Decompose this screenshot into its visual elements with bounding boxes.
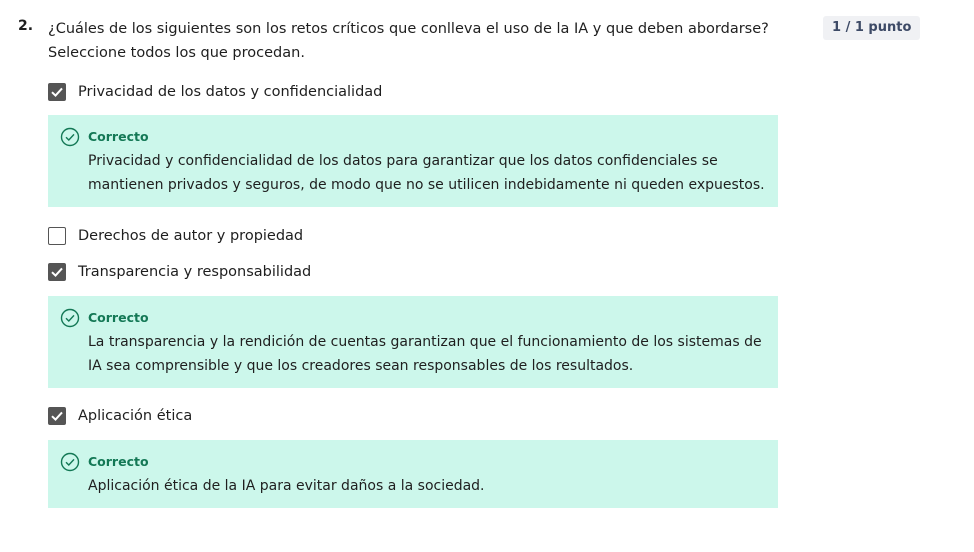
option-transparency[interactable]: Transparencia y responsabilidad <box>48 262 311 282</box>
check-icon <box>51 411 63 422</box>
checkbox-unchecked[interactable] <box>48 227 66 245</box>
question-text: ¿Cuáles de los siguientes son los retos … <box>48 21 769 61</box>
feedback-correct: Correcto La transparencia y la rendición… <box>48 296 778 388</box>
check-circle-icon <box>60 127 80 147</box>
check-icon <box>51 267 63 278</box>
check-icon <box>51 87 63 98</box>
checkbox-checked[interactable] <box>48 83 66 101</box>
question-number: 2. <box>18 18 34 34</box>
option-label: Privacidad de los datos y confidencialid… <box>78 84 383 100</box>
feedback-correct: Correcto Aplicación ética de la IA para … <box>48 440 778 508</box>
checkbox-checked[interactable] <box>48 263 66 281</box>
feedback-text: Privacidad y confidencialidad de los dat… <box>88 153 765 193</box>
feedback-text: Aplicación ética de la IA para evitar da… <box>88 478 485 494</box>
feedback-title: Correcto <box>88 310 149 325</box>
score-badge: 1 / 1 punto <box>823 16 921 40</box>
feedback-title: Correcto <box>88 454 149 469</box>
option-copyright[interactable]: Derechos de autor y propiedad <box>48 226 303 246</box>
check-circle-icon <box>60 452 80 472</box>
option-privacy[interactable]: Privacidad de los datos y confidencialid… <box>48 82 382 102</box>
option-label: Transparencia y responsabilidad <box>78 264 312 280</box>
option-label: Derechos de autor y propiedad <box>78 228 304 244</box>
checkbox-checked[interactable] <box>48 407 66 425</box>
feedback-text: La transparencia y la rendición de cuent… <box>88 334 762 374</box>
feedback-correct: Correcto Privacidad y confidencialidad d… <box>48 115 778 207</box>
quiz-question: 2. ¿Cuáles de los siguientes son los ret… <box>0 0 974 552</box>
feedback-title: Correcto <box>88 129 149 144</box>
option-ethics[interactable]: Aplicación ética <box>48 406 192 426</box>
option-label: Aplicación ética <box>78 408 193 424</box>
check-circle-icon <box>60 308 80 328</box>
